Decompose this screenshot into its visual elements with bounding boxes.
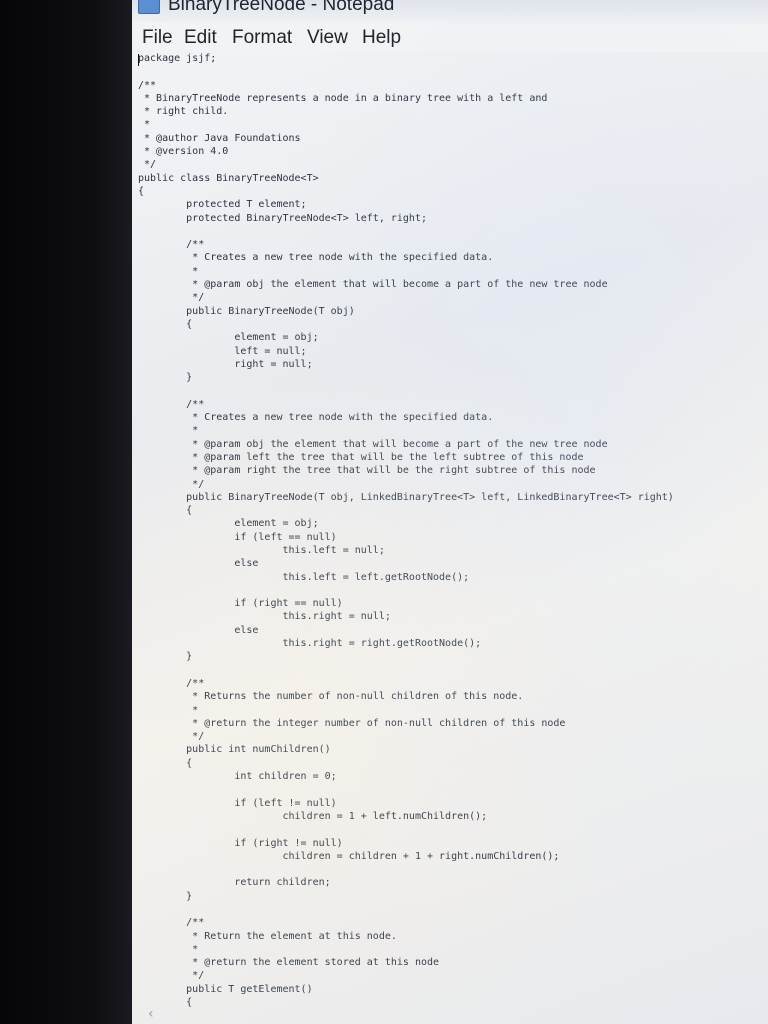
code-line: * Returns the number of non-null childre… <box>138 691 524 703</box>
code-line: public T getElement() <box>138 983 313 995</box>
code-line: /** <box>138 398 205 410</box>
code-line: * @return the integer number of non-null… <box>138 717 566 729</box>
notepad-icon <box>138 0 160 14</box>
text-cursor <box>138 54 139 66</box>
code-line: * @param obj the element that will becom… <box>138 279 608 291</box>
code-line: public BinaryTreeNode(T obj) <box>138 305 355 317</box>
code-line: protected BinaryTreeNode<T> left, right; <box>138 212 427 224</box>
code-line: this.right = null; <box>138 611 391 623</box>
code-line: this.left = left.getRootNode(); <box>138 571 470 583</box>
code-line: int children = 0; <box>138 771 337 783</box>
code-line: { <box>138 185 145 197</box>
code-text: package jsjf; /** * BinaryTreeNode repres… <box>138 52 674 1009</box>
code-line: * <box>138 119 151 131</box>
monitor-bezel <box>0 0 132 1024</box>
code-line: { <box>138 757 193 769</box>
code-line: * @param right the tree that will be the… <box>138 465 596 477</box>
menu-format[interactable]: Format <box>232 27 292 49</box>
window-title: BinaryTreeNode - Notepad <box>168 0 395 15</box>
photo-of-screen: BinaryTreeNode - Notepad File Edit Forma… <box>0 0 768 1024</box>
code-line: * <box>138 943 199 955</box>
code-line: } <box>138 651 193 663</box>
code-line: if (left != null) <box>138 797 337 809</box>
code-line: else <box>138 558 259 570</box>
code-line: { <box>138 505 193 517</box>
code-line: */ <box>138 970 205 982</box>
code-line: * Creates a new tree node with the speci… <box>138 412 494 424</box>
code-line: /** <box>138 917 205 929</box>
menu-help[interactable]: Help <box>362 27 401 49</box>
code-line: * <box>138 425 199 437</box>
code-line: if (left == null) <box>138 531 337 543</box>
code-line: package jsjf; <box>138 53 217 64</box>
code-line: */ <box>138 478 205 490</box>
menu-bar: File Edit Format View Help <box>132 24 768 52</box>
code-line: * @author Java Foundations <box>138 132 301 144</box>
notepad-window: BinaryTreeNode - Notepad File Edit Forma… <box>132 0 768 1024</box>
code-line: public int numChildren() <box>138 744 331 756</box>
code-line: * @version 4.0 <box>138 146 229 158</box>
code-line: /** <box>138 79 157 91</box>
code-line: */ <box>138 292 205 304</box>
code-line: * BinaryTreeNode represents a node in a … <box>138 92 548 104</box>
code-line: left = null; <box>138 345 307 357</box>
title-bar[interactable]: BinaryTreeNode - Notepad <box>132 0 768 22</box>
code-line: this.left = null; <box>138 544 385 556</box>
code-line: return children; <box>138 877 331 889</box>
code-line: */ <box>138 731 205 743</box>
text-editor-area[interactable]: package jsjf; /** * BinaryTreeNode repres… <box>132 52 768 1024</box>
code-line: * @param left the tree that will be the … <box>138 451 584 463</box>
code-line: { <box>138 997 193 1009</box>
code-line: element = obj; <box>138 332 319 344</box>
code-line: } <box>138 890 193 902</box>
code-line: this.right = right.getRootNode(); <box>138 638 482 650</box>
code-line: } <box>138 372 193 384</box>
menu-edit[interactable]: Edit <box>184 27 217 49</box>
menu-file[interactable]: File <box>142 27 173 49</box>
code-line: public class BinaryTreeNode<T> <box>138 172 319 184</box>
code-line: * <box>138 704 199 716</box>
code-line: children = children + 1 + right.numChild… <box>138 850 560 862</box>
code-line: * Return the element at this node. <box>138 930 397 942</box>
code-line: else <box>138 624 259 636</box>
code-line: * @return the element stored at this nod… <box>138 957 440 969</box>
code-line: right = null; <box>138 358 313 370</box>
code-line: if (right == null) <box>138 598 343 610</box>
scroll-left-arrow-icon[interactable]: ‹ <box>148 1006 154 1022</box>
code-line: * <box>138 265 199 277</box>
code-line: { <box>138 318 193 330</box>
code-line: public BinaryTreeNode(T obj, LinkedBinar… <box>138 491 674 503</box>
code-line: /** <box>138 677 205 689</box>
code-line: children = 1 + left.numChildren(); <box>138 810 488 822</box>
code-line: protected T element; <box>138 199 307 211</box>
menu-view[interactable]: View <box>307 27 348 49</box>
code-line: * right child. <box>138 106 229 118</box>
code-line: element = obj; <box>138 518 319 530</box>
code-line: * @param obj the element that will becom… <box>138 438 608 450</box>
code-line: */ <box>138 159 157 171</box>
code-line: /** <box>138 239 205 251</box>
code-line: if (right != null) <box>138 837 343 849</box>
code-line: * Creates a new tree node with the speci… <box>138 252 494 264</box>
